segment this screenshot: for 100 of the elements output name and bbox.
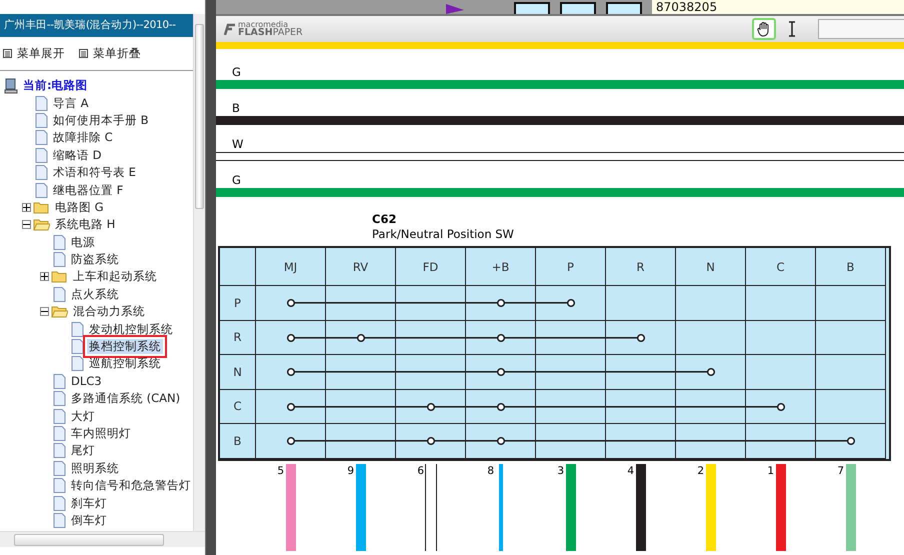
page-number-field[interactable]: 87038205 bbox=[652, 0, 904, 14]
page-icon bbox=[71, 322, 84, 337]
page-icon bbox=[53, 512, 66, 528]
tree-item[interactable]: 转向信号和危急警告灯 bbox=[69, 478, 193, 494]
row-header: P bbox=[220, 286, 256, 320]
pin-number: 5 bbox=[277, 464, 284, 476]
page-icon bbox=[53, 374, 66, 389]
connector-code: C62 bbox=[372, 212, 396, 227]
page-icon bbox=[53, 478, 66, 494]
terminal-dot bbox=[286, 436, 296, 446]
pin-number: 9 bbox=[347, 464, 354, 476]
open-folder-icon bbox=[33, 218, 50, 232]
pin-number: 7 bbox=[837, 464, 844, 476]
collapse-toggle[interactable] bbox=[22, 220, 31, 230]
page-icon bbox=[53, 234, 66, 250]
terminal-dot bbox=[286, 298, 296, 308]
row-header: R bbox=[220, 320, 256, 355]
row-header: N bbox=[220, 355, 256, 390]
tree-item[interactable]: DLC3 bbox=[69, 374, 104, 388]
tree-item[interactable]: 发动机控制系统 bbox=[87, 322, 175, 337]
computer-icon bbox=[4, 78, 18, 94]
wire-color-label: G bbox=[232, 172, 241, 187]
terminal-dot bbox=[496, 402, 506, 412]
wire-color-label: G bbox=[232, 64, 241, 79]
column-header: R bbox=[606, 248, 676, 286]
vertical-scrollbar[interactable] bbox=[193, 14, 205, 531]
column-header: MJ bbox=[256, 248, 326, 286]
terminal-dot bbox=[566, 298, 576, 308]
terminal-dot bbox=[496, 436, 506, 446]
tree-item[interactable]: 电路图 G bbox=[53, 200, 106, 215]
page-icon bbox=[35, 96, 48, 111]
page-icon bbox=[35, 182, 48, 198]
page-icon bbox=[71, 339, 84, 354]
column-header: C bbox=[746, 248, 816, 286]
page-icon bbox=[53, 286, 66, 302]
expand-toggle[interactable] bbox=[40, 272, 49, 282]
text-cursor-icon bbox=[787, 21, 797, 37]
page-icon bbox=[35, 130, 48, 146]
tree-item[interactable]: 术语和符号表 E bbox=[51, 165, 138, 180]
column-header: RV bbox=[326, 248, 396, 286]
wire-color-label: B bbox=[232, 100, 240, 115]
tree-item[interactable]: 尾灯 bbox=[69, 443, 97, 458]
tree-item[interactable]: 缩略语 D bbox=[51, 148, 104, 163]
tree-item[interactable]: 多路通信系统 (CAN) bbox=[69, 391, 182, 406]
expand-toggle[interactable] bbox=[22, 202, 31, 212]
column-header: N bbox=[676, 248, 746, 286]
tree-item[interactable]: 继电器位置 F bbox=[51, 182, 126, 198]
menu-link[interactable]: 菜单展开 bbox=[3, 46, 65, 61]
collapse-toggle[interactable] bbox=[40, 307, 49, 316]
tree-item[interactable]: 倒车灯 bbox=[69, 512, 109, 528]
menu-link[interactable]: 菜单折叠 bbox=[79, 46, 141, 61]
hand-tool-button[interactable] bbox=[752, 18, 776, 40]
folder-icon bbox=[33, 200, 50, 214]
page-icon bbox=[53, 391, 66, 406]
tree-item[interactable]: 如何使用本手册 B bbox=[51, 112, 151, 128]
pin-number: 3 bbox=[557, 464, 564, 476]
tree-item[interactable]: 系统电路 H bbox=[53, 217, 118, 232]
page-icon bbox=[53, 426, 66, 441]
column-header: B bbox=[816, 248, 886, 286]
tree-item[interactable]: 巡航控制系统 bbox=[87, 356, 163, 372]
tree-item[interactable]: 上车和起动系统 bbox=[71, 269, 159, 284]
tree-item[interactable]: 照明系统 bbox=[69, 460, 121, 476]
horizontal-scrollbar[interactable] bbox=[0, 531, 205, 547]
tree-item[interactable]: 电源 bbox=[69, 234, 97, 250]
page-icon bbox=[71, 356, 84, 372]
tree-item[interactable]: 换档控制系统 bbox=[87, 339, 163, 354]
folder-icon bbox=[51, 270, 68, 284]
tree-item[interactable]: 混合动力系统 bbox=[71, 304, 147, 320]
terminal-dot bbox=[286, 402, 296, 412]
tree-item[interactable]: 点火系统 bbox=[69, 286, 121, 302]
zoom-field[interactable] bbox=[818, 19, 904, 39]
terminal-dot bbox=[706, 367, 716, 377]
pin-number: 4 bbox=[627, 464, 634, 476]
tree-item[interactable]: 刹车灯 bbox=[69, 496, 109, 511]
plus-icon bbox=[41, 273, 48, 280]
tree-item[interactable]: 大灯 bbox=[69, 408, 97, 424]
terminal-dot bbox=[636, 332, 646, 342]
row-header: C bbox=[220, 390, 256, 424]
tree-root-label[interactable]: 当前:电路图 bbox=[21, 78, 90, 94]
terminal-dot bbox=[426, 436, 436, 446]
terminal-dot bbox=[356, 332, 366, 342]
pin-number: 8 bbox=[487, 464, 494, 476]
page-icon bbox=[53, 496, 66, 511]
tree-item[interactable]: 故障排除 C bbox=[51, 130, 115, 146]
flashpaper-logo: macromedia FLASHPAPER bbox=[222, 21, 303, 37]
page-icon bbox=[53, 408, 66, 424]
tree-item[interactable]: 车内照明灯 bbox=[69, 426, 133, 441]
terminal-dot bbox=[496, 332, 506, 342]
tree-item[interactable]: 防盗系统 bbox=[69, 252, 121, 268]
terminal-dot bbox=[846, 436, 856, 446]
terminal-dot bbox=[496, 298, 506, 308]
row-header: B bbox=[220, 424, 256, 458]
page-icon bbox=[35, 148, 48, 163]
terminal-dot bbox=[286, 332, 296, 342]
terminal-dot bbox=[776, 402, 786, 412]
menu-icon bbox=[79, 49, 88, 58]
tree-item[interactable]: 导言 A bbox=[51, 96, 91, 111]
page-icon bbox=[35, 112, 48, 128]
open-folder-icon bbox=[51, 305, 68, 318]
column-header: +B bbox=[466, 248, 536, 286]
